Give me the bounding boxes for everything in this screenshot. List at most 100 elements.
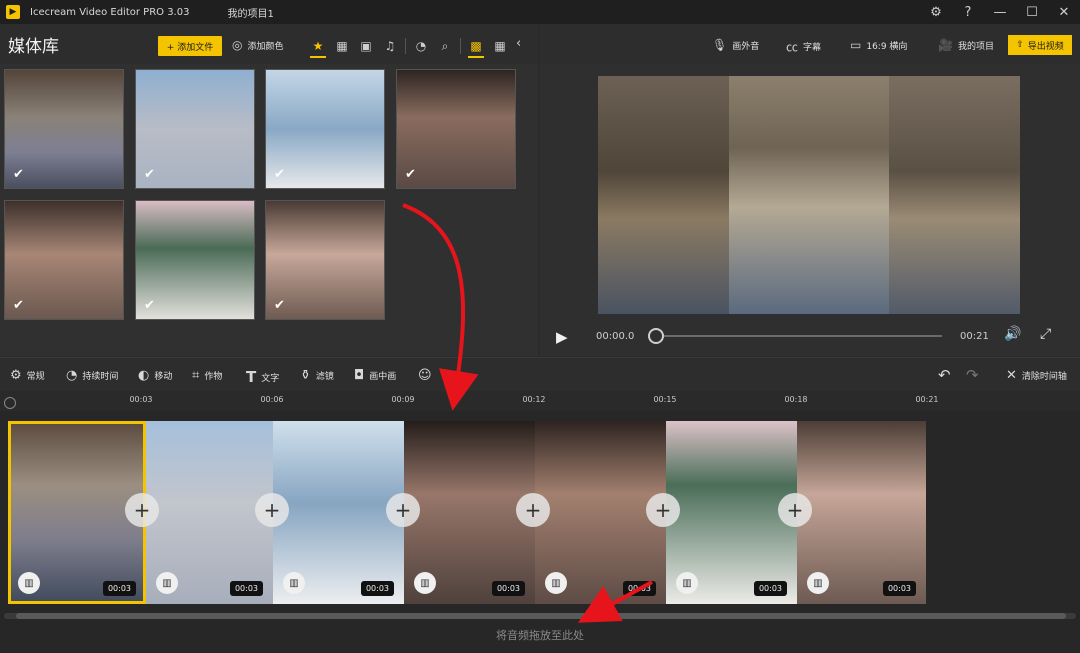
media-thumbnail[interactable]: ✔ (265, 200, 385, 320)
add-transition-button[interactable]: + (255, 493, 289, 527)
aspect-ratio-button[interactable]: ▭ 16:9 横向 (850, 38, 907, 52)
grid-large-icon[interactable]: ▩ (464, 34, 488, 58)
checkmark-icon: ✔ (274, 298, 285, 313)
add-color-button[interactable]: ◎ 添加颜色 (232, 38, 284, 52)
audio-drop-zone[interactable]: 将音频拖放至此处 (0, 627, 1080, 643)
subtitles-button[interactable]: ㏄ 字幕 (786, 38, 821, 55)
media-thumbnail[interactable]: ✔ (4, 69, 124, 189)
ruler-tick: 00:18 (784, 395, 808, 404)
app-logo-icon: ▶ (6, 5, 20, 19)
clip-film-icon[interactable]: ▥ (18, 572, 40, 594)
add-transition-button[interactable]: + (646, 493, 680, 527)
pip-button[interactable]: ◘ 画中画 (354, 368, 396, 383)
media-thumbnail[interactable]: ✔ (135, 69, 255, 189)
general-button[interactable]: ⚙ 常规 (10, 368, 45, 383)
text-label: 文字 (261, 373, 280, 384)
media-thumbnail[interactable]: ✔ (4, 200, 124, 320)
checkmark-icon: ✔ (13, 298, 24, 313)
timeline-scrollbar[interactable] (4, 613, 1076, 619)
app-title: Icecream Video Editor PRO 3.03 (30, 6, 190, 18)
move-label: 移动 (154, 372, 173, 382)
filter-label: 滤镜 (315, 372, 334, 382)
camera-icon: 🎥 (938, 38, 953, 52)
preview-header: 🎙 画外音 ㏄ 字幕 ▭ 16:9 横向 🎥 我的项目 ⇧ 导出视频 (540, 24, 1080, 64)
search-icon[interactable]: ⌕ (433, 34, 457, 58)
ruler-tick: 00:03 (129, 395, 153, 404)
seek-bar[interactable] (652, 335, 942, 337)
general-label: 常规 (26, 372, 45, 382)
text-icon: T (246, 368, 257, 386)
text-button[interactable]: T 文字 (246, 368, 279, 386)
clip-film-icon[interactable]: ▥ (283, 572, 305, 594)
ruler-tick: 00:21 (915, 395, 939, 404)
settings-gear-icon[interactable]: ⚙ (920, 0, 952, 24)
music-icon[interactable]: ♫ (378, 34, 402, 58)
project-title: 我的项目1 (227, 8, 274, 20)
media-thumbnail[interactable]: ✔ (396, 69, 516, 189)
editing-toolbar: ⚙ 常规 ◔ 持续时间 ◐ 移动 ⌗ 作物 T 文字 ⚱ 滤镜 ◘ 画中画 ☺ … (0, 357, 1080, 391)
checkmark-icon: ✔ (405, 167, 416, 182)
preview-frame-image (729, 76, 889, 314)
timeline-clip[interactable]: ▥ 00:03 (273, 421, 404, 604)
clip-duration: 00:03 (753, 581, 787, 596)
my-projects-button[interactable]: 🎥 我的项目 (938, 38, 994, 52)
timeline-clip[interactable]: ▥ 00:03 (797, 421, 926, 604)
emoji-icon: ☺ (418, 368, 432, 383)
library-header: 媒体库 + 添加文件 ◎ 添加颜色 ★ ▦ ▣ ♫ ◔ ⌕ ▩ ▦ ‹ (0, 24, 538, 64)
add-transition-button[interactable]: + (778, 493, 812, 527)
clip-film-icon[interactable]: ▥ (414, 572, 436, 594)
undo-button[interactable]: ↶ (938, 366, 951, 384)
subtitles-label: 字幕 (803, 43, 822, 53)
blurred-background-right (889, 76, 1020, 314)
crop-button[interactable]: ⌗ 作物 (192, 368, 222, 383)
blurred-background-left (598, 76, 729, 314)
add-file-button[interactable]: + 添加文件 (158, 36, 222, 56)
my-projects-label: 我的项目 (957, 41, 994, 52)
voiceover-button[interactable]: 🎙 画外音 (712, 38, 759, 52)
export-video-button[interactable]: ⇧ 导出视频 (1008, 35, 1072, 55)
media-thumbnail[interactable]: ✔ (135, 200, 255, 320)
scrollbar-thumb[interactable] (16, 613, 1066, 619)
clip-film-icon[interactable]: ▥ (156, 572, 178, 594)
pip-label: 画中画 (369, 372, 397, 382)
redo-button[interactable]: ↷ (966, 366, 979, 384)
maximize-icon[interactable]: ☐ (1016, 0, 1048, 24)
playhead-start-icon[interactable] (4, 397, 16, 409)
play-icon[interactable]: ▶ (556, 328, 568, 346)
volume-icon[interactable]: 🔊 (1004, 326, 1021, 342)
clock-icon[interactable]: ◔ (409, 34, 433, 58)
seek-handle[interactable] (648, 328, 664, 344)
minimize-icon[interactable]: — (984, 0, 1016, 24)
timeline-ruler[interactable]: 00:03 00:06 00:09 00:12 00:15 00:18 00:2… (0, 391, 1080, 411)
close-icon[interactable]: ✕ (1048, 0, 1080, 24)
grid-small-icon[interactable]: ▦ (488, 34, 512, 58)
add-transition-button[interactable]: + (125, 493, 159, 527)
move-button[interactable]: ◐ 移动 (138, 368, 172, 383)
clip-film-icon[interactable]: ▥ (545, 572, 567, 594)
media-thumbnail[interactable]: ✔ (265, 69, 385, 189)
duration-button[interactable]: ◔ 持续时间 (66, 368, 118, 383)
collapse-panel-icon[interactable]: ‹ (516, 36, 521, 51)
voiceover-label: 画外音 (732, 41, 760, 52)
fullscreen-icon[interactable]: ⤢ (1040, 326, 1051, 342)
clear-timeline-button[interactable]: ✕ 清除时间轴 (1006, 368, 1067, 383)
clip-duration: 00:03 (622, 581, 656, 596)
current-time: 00:00.0 (596, 331, 635, 342)
add-transition-button[interactable]: + (386, 493, 420, 527)
sticker-button[interactable]: ☺ (418, 368, 432, 383)
timeline-clip[interactable]: ▥ 00:03 (146, 421, 273, 604)
clip-film-icon[interactable]: ▥ (676, 572, 698, 594)
filter-button[interactable]: ⚱ 滤镜 (300, 368, 334, 383)
star-icon[interactable]: ★ (306, 34, 330, 58)
clip-duration: 00:03 (360, 581, 394, 596)
help-icon[interactable]: ? (952, 0, 984, 24)
clip-film-icon[interactable]: ▥ (807, 572, 829, 594)
ruler-tick: 00:06 (260, 395, 284, 404)
add-transition-button[interactable]: + (516, 493, 550, 527)
image-icon[interactable]: ▣ (354, 34, 378, 58)
video-preview-canvas[interactable] (598, 76, 1020, 314)
clip-duration: 00:03 (491, 581, 525, 596)
aspect-ratio-label: 16:9 横向 (866, 41, 908, 52)
film-icon[interactable]: ▦ (330, 34, 354, 58)
checkmark-icon: ✔ (274, 167, 285, 182)
